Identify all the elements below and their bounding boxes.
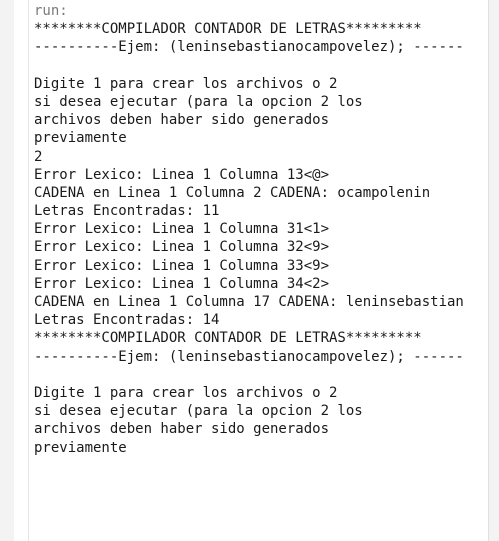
console-output-text: run: ********COMPILADOR CONTADOR DE LETR… bbox=[34, 2, 487, 457]
console-line: Error Lexico: Linea 1 Columna 13<@> bbox=[34, 166, 330, 183]
console-line: previamente bbox=[34, 130, 127, 147]
console-line: Error Lexico: Linea 1 Columna 33<9> bbox=[34, 257, 330, 274]
console-line: Error Lexico: Linea 1 Columna 34<2> bbox=[34, 275, 330, 292]
console-line: Letras Encontradas: 11 bbox=[34, 203, 220, 220]
console-line: si desea ejecutar (para la opcion 2 los bbox=[34, 93, 363, 110]
console-line: Digite 1 para crear los archivos o 2 bbox=[34, 384, 338, 401]
console-line: ----------Ejem: (leninsebastianocampovel… bbox=[34, 348, 464, 365]
console-line: archivos deben haber sido generados bbox=[34, 421, 330, 438]
output-console[interactable]: run: ********COMPILADOR CONTADOR DE LETR… bbox=[0, 0, 499, 541]
console-line: archivos deben haber sido generados bbox=[34, 112, 330, 129]
console-line: previamente bbox=[34, 439, 127, 456]
console-line: si desea ejecutar (para la opcion 2 los bbox=[34, 403, 363, 420]
console-line: ********COMPILADOR CONTADOR DE LETRAS***… bbox=[34, 21, 422, 38]
gutter-divider bbox=[28, 0, 29, 541]
console-line: ********COMPILADOR CONTADOR DE LETRAS***… bbox=[34, 330, 422, 347]
console-line: CADENA en Linea 1 Columna 17 CADENA: len… bbox=[34, 294, 464, 310]
console-line: CADENA en Linea 1 Columna 2 CADENA: ocam… bbox=[34, 184, 431, 201]
console-line: Error Lexico: Linea 1 Columna 32<9> bbox=[34, 239, 330, 256]
console-line: Letras Encontradas: 14 bbox=[34, 312, 220, 329]
console-line: ----------Ejem: (leninsebastianocampovel… bbox=[34, 39, 464, 56]
console-line: Error Lexico: Linea 1 Columna 31<1> bbox=[34, 221, 330, 238]
console-line-run: run: bbox=[34, 3, 68, 19]
console-scrollbar[interactable] bbox=[488, 0, 499, 541]
console-line: Digite 1 para crear los archivos o 2 bbox=[34, 75, 338, 92]
console-line-user-input: 2 bbox=[34, 148, 43, 165]
